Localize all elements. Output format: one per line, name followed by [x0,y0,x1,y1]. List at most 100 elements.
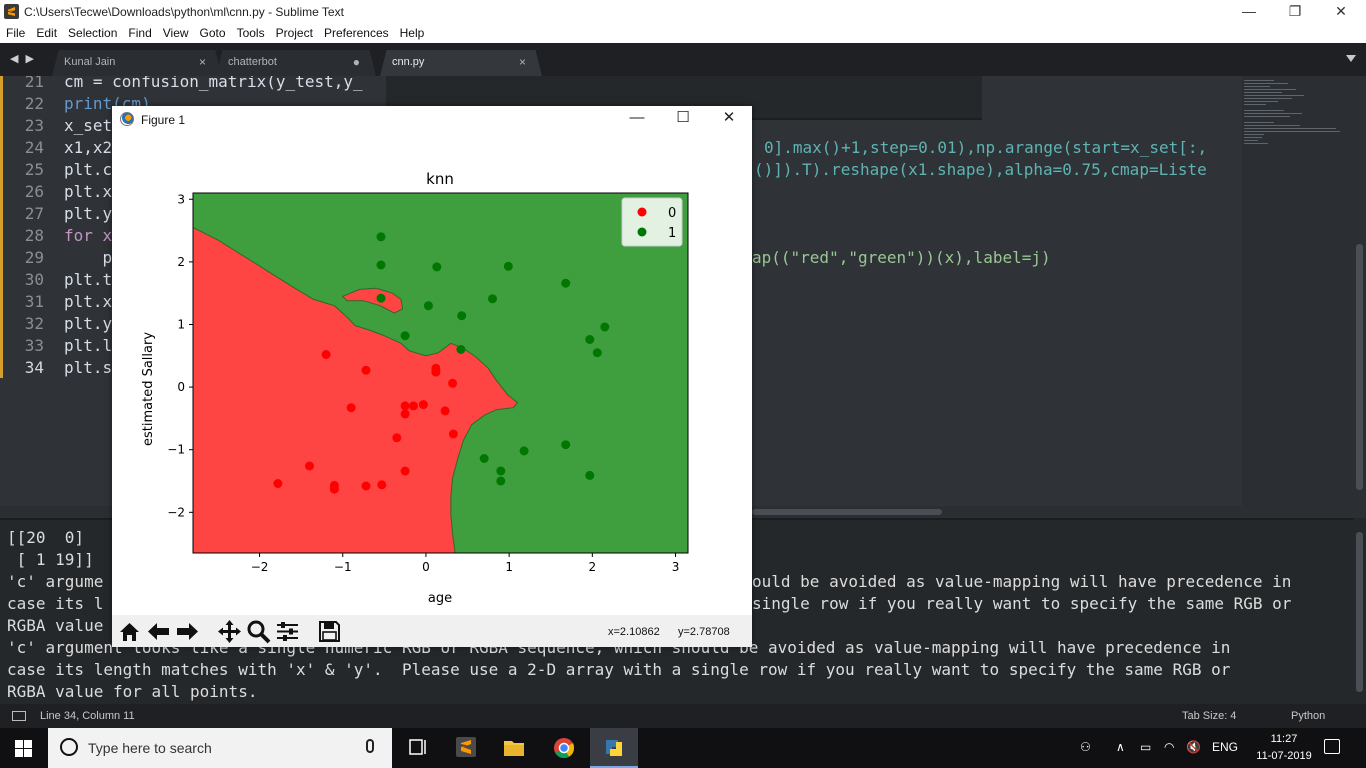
taskbar-clock[interactable]: 11:27 11-07-2019 [1254,731,1314,765]
panel-toggle-icon[interactable] [12,711,26,721]
y-tick-label: 0 [177,380,185,394]
line-number: 31 [24,292,44,311]
configure-icon[interactable] [274,618,301,645]
code-line-21: cm = confusion_matrix(y_test,y_ [64,76,363,91]
home-icon[interactable] [116,618,143,645]
data-point-class-0 [321,350,331,359]
search-placeholder: Type here to search [88,740,212,756]
save-icon[interactable] [316,618,343,645]
search-icon [60,738,78,756]
chrome-icon[interactable] [540,728,588,768]
line-number: 25 [24,160,44,179]
file-explorer-icon[interactable] [490,728,538,768]
task-view-icon[interactable] [394,728,442,768]
minimap[interactable] [1242,76,1354,510]
tab-close-icon[interactable]: × [519,55,526,69]
data-point-class-1 [561,440,571,450]
code-line-30: plt.t [64,270,113,289]
knn-plot[interactable]: −2 −1 0 1 2 3 −2 −1 0 1 2 3 knn age estimated Sall… [112,132,752,615]
menu-selection[interactable]: Selection [62,24,122,40]
data-point-class-1 [592,348,602,358]
data-point-class-0 [273,479,283,488]
code-line-23: x_set [64,116,113,135]
windows-start-icon[interactable] [0,728,48,768]
tab-dropdown-icon[interactable] [1346,55,1356,62]
tab-label: chatterbot [228,56,277,68]
tab-size-setting[interactable]: Tab Size: 4 [1182,710,1236,722]
back-arrow-icon[interactable] [145,618,172,645]
data-point-class-1 [400,331,410,341]
action-center-icon[interactable] [1324,739,1340,754]
tab-cnn-py[interactable]: cnn.py × [380,50,542,76]
line-number: 29 [24,248,44,267]
code-line-24: x1,x2 [64,138,113,157]
menu-preferences[interactable]: Preferences [318,24,394,40]
menu-file[interactable]: File [0,24,30,40]
menu-edit[interactable]: Edit [30,24,62,40]
line-number: 22 [24,94,44,113]
line-number: 21 [24,76,44,91]
line-gutter: 21 22 23 24 25 26 27 28 29 30 31 32 33 3… [0,76,56,510]
data-point-class-1 [585,470,595,480]
figure-maximize-button[interactable]: ☐ [661,108,705,130]
show-hidden-icons-chevron-icon[interactable]: ∧ [1116,740,1125,754]
code-line-26: plt.x [64,182,113,201]
x-tick-label: −2 [251,560,269,574]
tab-kunal-jain[interactable]: Kunal Jain × [52,50,222,76]
tab-close-icon[interactable]: × [199,55,206,69]
forward-arrow-icon[interactable] [174,618,201,645]
tab-label: cnn.py [392,56,425,68]
code-line-24-tail: 0].max()+1,step=0.01),np.arange(start=x_… [764,138,1208,157]
menu-project[interactable]: Project [270,24,318,40]
console-line: case its l [7,594,104,613]
python-taskbar-icon[interactable] [590,728,638,768]
microphone-icon[interactable] [366,739,374,753]
x-tick-label: 0 [422,560,430,574]
editor-vertical-scrollbar[interactable] [1354,76,1366,510]
pan-icon[interactable] [216,618,243,645]
data-point-class-1 [432,262,442,272]
scrollbar-thumb[interactable] [1356,244,1363,490]
y-axis-ticks: −2 −1 0 1 2 3 [167,192,193,519]
input-language[interactable]: ENG [1212,740,1238,754]
data-point-class-0 [431,367,441,377]
menu-tools[interactable]: Tools [231,24,270,40]
line-number: 24 [24,138,44,157]
code-line-32: plt.y [64,314,113,333]
data-point-class-1 [496,466,506,476]
figure-minimize-button[interactable]: — [615,108,659,130]
y-tick-label: −2 [167,505,185,519]
maximize-button[interactable]: ❐ [1272,0,1318,24]
syntax-setting[interactable]: Python [1291,710,1325,722]
tab-chatterbot[interactable]: chatterbot ● [216,50,376,76]
zoom-icon[interactable] [245,618,272,645]
title-bar: C:\Users\Tecwe\Downloads\python\ml\cnn.p… [0,0,1366,24]
data-point-class-1 [376,260,386,270]
menu-goto[interactable]: Goto [194,24,231,40]
sublime-app-icon [4,4,19,19]
battery-icon[interactable]: ▭ [1140,740,1151,754]
sublime-text-taskbar-icon[interactable] [442,728,490,768]
taskbar-search-box[interactable]: Type here to search [48,728,392,768]
close-button[interactable]: ✕ [1318,0,1364,24]
scrollbar-thumb[interactable] [752,509,942,515]
data-point-class-1 [479,454,489,463]
volume-muted-icon[interactable]: 🔇 [1186,740,1201,754]
tab-nav-arrows-icon[interactable]: ◀ ▶ [10,52,36,65]
data-point-class-1 [496,476,506,486]
tab-modified-dot-icon[interactable]: ● [353,55,360,69]
console-line: RGBA value [7,616,104,635]
data-point-class-0 [400,466,410,476]
minimize-button[interactable]: — [1226,0,1272,24]
console-scrollbar[interactable] [1354,518,1366,704]
scrollbar-thumb[interactable] [1356,532,1363,692]
chart-title: knn [426,170,454,188]
wifi-icon[interactable]: ◠ [1164,740,1174,754]
menu-find[interactable]: Find [122,24,156,40]
people-icon[interactable]: ⚇ [1080,740,1091,754]
menu-help[interactable]: Help [394,24,430,40]
figure-close-button[interactable]: ✕ [707,108,751,130]
tab-label: Kunal Jain [64,56,116,68]
data-point-class-1 [457,311,467,321]
menu-view[interactable]: View [157,24,194,40]
